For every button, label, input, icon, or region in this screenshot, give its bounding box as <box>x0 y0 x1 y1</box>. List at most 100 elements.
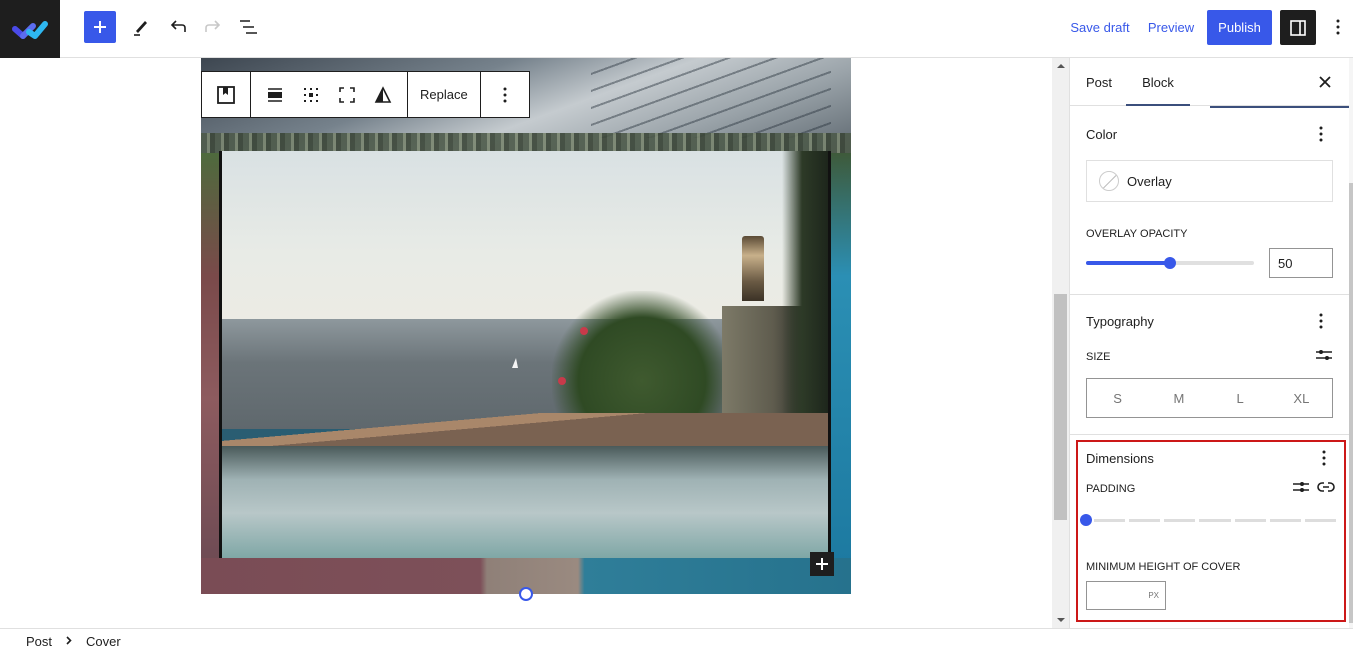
sidebar-scrollbar-thumb[interactable] <box>1349 183 1353 623</box>
sky <box>222 151 828 321</box>
palm-tree <box>782 151 828 451</box>
plus-icon <box>816 558 828 570</box>
block-type-group <box>202 72 251 117</box>
padding-step-mark <box>1234 519 1266 522</box>
dimensions-panel: Dimensions Padding <box>1076 440 1346 622</box>
typography-panel-title: Typography <box>1086 313 1154 329</box>
options-menu-button[interactable] <box>1326 11 1350 43</box>
full-height-toggle[interactable] <box>329 77 365 113</box>
more-vertical-icon <box>1319 126 1323 142</box>
color-panel-options-button[interactable] <box>1309 122 1333 146</box>
flower <box>558 377 566 385</box>
more-vertical-icon <box>503 87 507 102</box>
overlay-label: Overlay <box>1127 173 1172 189</box>
cover-background-railing <box>201 133 851 153</box>
editor-canvas: Replace <box>0 58 1052 628</box>
font-size-s[interactable]: S <box>1087 379 1148 417</box>
sidebar-tabs: Post Block <box>1070 58 1349 106</box>
sailboat <box>512 358 518 368</box>
add-block-button[interactable] <box>810 552 834 576</box>
more-vertical-icon <box>1336 19 1340 35</box>
close-sidebar-button[interactable] <box>1313 70 1337 94</box>
color-panel-title: Color <box>1086 126 1118 142</box>
sidebar-scrollbar[interactable] <box>1349 58 1353 628</box>
preview-button[interactable]: Preview <box>1142 11 1200 43</box>
padding-step-mark <box>1164 519 1196 522</box>
publish-button[interactable]: Publish <box>1207 10 1272 45</box>
no-color-swatch-icon <box>1099 171 1119 191</box>
undo-button[interactable] <box>162 11 194 43</box>
typography-options-button[interactable] <box>1309 309 1333 333</box>
plus-icon <box>94 21 106 33</box>
tools-button[interactable] <box>125 11 157 43</box>
duotone-icon <box>374 85 392 103</box>
settings-sidebar-toggle[interactable] <box>1280 10 1316 45</box>
scroll-up-arrow[interactable] <box>1057 64 1065 68</box>
font-size-picker: S M L XL <box>1086 378 1333 418</box>
tab-block[interactable]: Block <box>1126 58 1190 106</box>
wordpress-logo-icon <box>12 21 48 39</box>
padding-step-marks <box>1094 519 1336 522</box>
padding-label: Padding <box>1086 483 1136 495</box>
slider-thumb[interactable] <box>1164 257 1176 269</box>
font-size-m[interactable]: M <box>1148 379 1209 417</box>
cover-inner-image[interactable] <box>219 151 831 558</box>
typography-panel: Typography Size S M L XL <box>1070 295 1349 435</box>
replace-group: Replace <box>408 72 481 117</box>
cover-resize-handle[interactable] <box>519 587 533 601</box>
scrollbar-thumb[interactable] <box>1054 294 1067 520</box>
list-view-icon <box>240 20 257 34</box>
duotone-button[interactable] <box>365 77 401 113</box>
settings-sidebar: Post Block Color Overlay Overlay opacity <box>1069 58 1349 628</box>
font-size-l[interactable]: L <box>1210 379 1271 417</box>
position-center-icon <box>304 87 318 102</box>
font-size-xl[interactable]: XL <box>1271 379 1332 417</box>
size-label: Size <box>1086 351 1111 363</box>
overlay-opacity-slider[interactable] <box>1086 255 1254 271</box>
padding-step-mark <box>1129 519 1161 522</box>
overlay-opacity-input[interactable]: 50 <box>1269 248 1333 278</box>
link-icon <box>1317 481 1335 492</box>
scroll-down-arrow[interactable] <box>1057 618 1065 622</box>
cover-background-left <box>201 153 221 563</box>
canvas-scrollbar[interactable] <box>1052 58 1069 628</box>
overlay-color-button[interactable]: Overlay <box>1086 160 1333 202</box>
block-options-button[interactable] <box>487 77 523 113</box>
align-button[interactable] <box>257 77 293 113</box>
padding-slider-thumb[interactable] <box>1080 514 1092 526</box>
dimensions-panel-title: Dimensions <box>1086 450 1154 466</box>
cover-block-icon <box>217 85 235 104</box>
fullscreen-icon <box>339 86 355 103</box>
cover-background-right <box>831 153 851 563</box>
pool-water <box>222 446 828 558</box>
close-icon <box>1319 76 1331 88</box>
undo-icon <box>170 20 186 32</box>
tab-post[interactable]: Post <box>1070 58 1128 106</box>
editor-header: Save draft Preview Publish <box>0 0 1353 58</box>
cover-block-type-button[interactable] <box>208 77 244 113</box>
document-overview-button[interactable] <box>233 11 265 43</box>
settings-sliders-icon <box>1293 481 1309 492</box>
sidebar-icon <box>1290 19 1306 36</box>
padding-slider[interactable] <box>1080 513 1336 527</box>
replace-media-button[interactable]: Replace <box>414 77 474 113</box>
dimensions-options-button[interactable] <box>1312 446 1336 470</box>
slider-fill <box>1086 261 1170 265</box>
pencil-icon <box>134 21 147 36</box>
redo-icon <box>205 20 221 32</box>
breadcrumb-cover[interactable]: Cover <box>86 634 121 649</box>
block-inserter-button[interactable] <box>84 11 116 43</box>
redo-button[interactable] <box>197 11 229 43</box>
unit-select[interactable]: PX <box>1148 591 1159 600</box>
breadcrumb-post[interactable]: Post <box>26 634 52 649</box>
custom-size-toggle[interactable] <box>1315 347 1333 368</box>
chevron-right-icon <box>66 635 72 648</box>
site-logo-button[interactable] <box>0 0 60 58</box>
link-sides-toggle[interactable] <box>1316 479 1336 500</box>
custom-padding-toggle[interactable] <box>1292 479 1310 500</box>
min-height-input[interactable]: PX <box>1086 581 1166 610</box>
content-position-button[interactable] <box>293 77 329 113</box>
color-panel: Color Overlay Overlay opacity 50 <box>1070 108 1349 295</box>
cover-block[interactable] <box>201 58 851 594</box>
save-draft-button[interactable]: Save draft <box>1064 11 1136 43</box>
